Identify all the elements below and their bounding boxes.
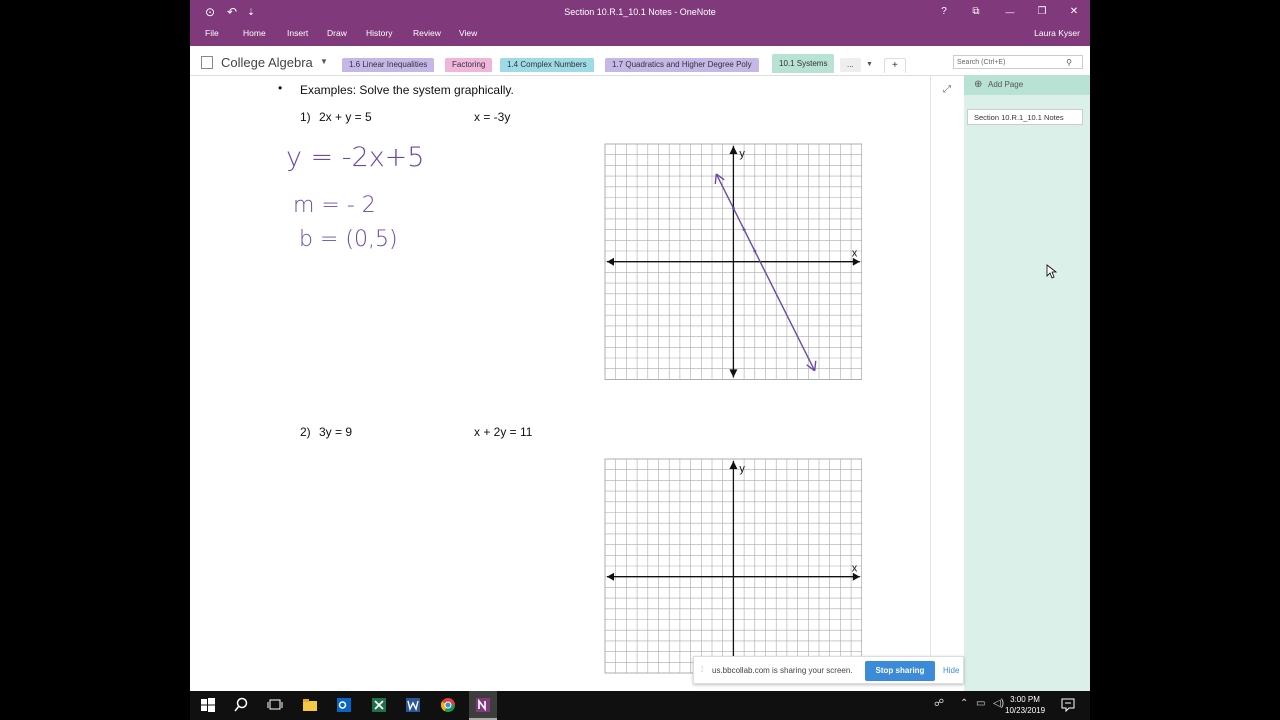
- onenote-icon[interactable]: [475, 697, 491, 713]
- coordinate-grid-1: xy: [604, 143, 862, 380]
- network-icon[interactable]: ▭: [976, 698, 985, 709]
- add-section-button[interactable]: +: [884, 58, 906, 73]
- add-page-button[interactable]: ⊕ Add Page: [964, 75, 1090, 95]
- chevron-up-icon[interactable]: ⌃: [960, 698, 968, 709]
- expand-icon[interactable]: ⤢: [943, 84, 951, 95]
- ribbon-display-button[interactable]: ⧉: [968, 3, 984, 21]
- problem-1-equation-2: x = -3y: [474, 110, 511, 124]
- people-icon[interactable]: ☍: [934, 698, 944, 709]
- problem-2-equation-1: 3y = 9: [319, 425, 353, 439]
- taskbar: ☍ ⌃ ▭ ◁) 3:00 PM 10/23/2019: [190, 691, 1090, 720]
- tab-review[interactable]: Review: [413, 24, 441, 42]
- tab-home[interactable]: Home: [243, 24, 266, 42]
- title-bar: ⊙ ↶ ⇣ Section 10.R.1_10.1 Notes - OneNot…: [190, 0, 1090, 24]
- minimize-button[interactable]: —: [1002, 3, 1018, 21]
- word-icon[interactable]: [405, 697, 421, 713]
- help-button[interactable]: ?: [936, 3, 952, 21]
- notebook-title[interactable]: College Algebra: [221, 55, 313, 70]
- examples-heading: Examples: Solve the system graphically.: [300, 83, 514, 97]
- y-axis-label: y: [739, 463, 745, 475]
- notification-icon[interactable]: [1060, 697, 1076, 713]
- tab-file[interactable]: File: [205, 24, 219, 42]
- task-view-icon[interactable]: [267, 697, 283, 713]
- tab-insert[interactable]: Insert: [287, 24, 308, 42]
- problem-1-equation-1: 2x + y = 5: [319, 110, 372, 124]
- search-icon[interactable]: [233, 697, 249, 713]
- page-canvas[interactable]: • Examples: Solve the system graphically…: [190, 76, 930, 691]
- x-axis-label: x: [852, 563, 858, 575]
- search-icon[interactable]: ⚲: [1066, 56, 1072, 70]
- notebook-bar: College Algebra ▼ 1.6 Linear Inequalitie…: [190, 46, 1090, 76]
- outlook-icon[interactable]: [336, 697, 352, 713]
- window-title: Section 10.R.1_10.1 Notes - OneNote: [564, 7, 716, 17]
- section-tab[interactable]: 1.4 Complex Numbers: [500, 58, 594, 72]
- stop-sharing-button[interactable]: Stop sharing: [865, 661, 935, 681]
- plotted-point: [742, 228, 746, 231]
- restore-button[interactable]: ❐: [1034, 3, 1050, 21]
- chrome-icon[interactable]: [440, 697, 456, 713]
- tab-history[interactable]: History: [366, 24, 392, 42]
- handwritten-intercept: b = (0,5): [299, 227, 398, 252]
- more-sections-button[interactable]: ...: [840, 58, 861, 72]
- clock[interactable]: 3:00 PM 10/23/2019: [1005, 694, 1045, 716]
- mouse-cursor-icon: [1046, 264, 1058, 279]
- hide-button[interactable]: Hide: [943, 657, 959, 685]
- tab-draw[interactable]: Draw: [327, 24, 347, 42]
- handwritten-notes: y = -2x+5 m = - 2 b = (0,5): [286, 142, 424, 252]
- screen-share-banner: ⁞ us.bbcollab.com is sharing your screen…: [693, 656, 964, 684]
- problem-2-equation-2: x + 2y = 11: [474, 425, 533, 439]
- file-explorer-icon[interactable]: [302, 697, 318, 713]
- y-axis-label: y: [739, 148, 745, 160]
- problem-2-number: 2): [300, 425, 311, 439]
- handwritten-equation: y = -2x+5: [286, 142, 424, 173]
- tab-view[interactable]: View: [459, 24, 477, 42]
- page-list-item[interactable]: Section 10.R.1_10.1 Notes: [967, 109, 1083, 125]
- section-tab-active[interactable]: 10.1 Systems: [772, 54, 835, 73]
- page-divider: [930, 76, 931, 681]
- windows-start-icon[interactable]: [200, 697, 216, 713]
- problem-1-number: 1): [300, 110, 311, 124]
- add-page-label: Add Page: [988, 80, 1024, 89]
- chevron-down-icon[interactable]: ▼: [320, 57, 328, 66]
- drag-handle-icon[interactable]: ⁞: [701, 665, 703, 674]
- sections-dropdown-icon[interactable]: ▼: [859, 58, 880, 72]
- search-placeholder: Search (Ctrl+E): [957, 59, 1006, 66]
- ribbon-tabs: File Home Insert Draw History Review Vie…: [190, 24, 1090, 46]
- x-axis-label: x: [852, 248, 858, 260]
- bullet: •: [278, 81, 283, 95]
- close-button[interactable]: ✕: [1066, 3, 1082, 21]
- notebook-icon: [201, 56, 213, 69]
- search-input[interactable]: Search (Ctrl+E) ⚲: [953, 55, 1083, 69]
- excel-icon[interactable]: [371, 697, 387, 713]
- plotted-point: [753, 249, 757, 253]
- section-tab[interactable]: 1.6 Linear Inequalities: [342, 58, 435, 72]
- pages-pane: ⊕ Add Page Section 10.R.1_10.1 Notes: [964, 75, 1090, 691]
- clock-date: 10/23/2019: [1005, 706, 1046, 715]
- volume-icon[interactable]: ◁): [993, 698, 1004, 709]
- user-name[interactable]: Laura Kyser: [1034, 24, 1080, 42]
- section-tab[interactable]: 1.7 Quadratics and Higher Degree Poly: [605, 58, 759, 72]
- coordinate-grid-2: xy: [604, 458, 862, 674]
- clock-time: 3:00 PM: [1010, 695, 1040, 704]
- section-tab[interactable]: Factoring: [445, 58, 493, 72]
- share-message: us.bbcollab.com is sharing your screen.: [712, 666, 853, 675]
- plotted-point: [732, 206, 735, 210]
- add-circle-icon: ⊕: [974, 79, 983, 90]
- handwritten-slope: m = - 2: [293, 193, 376, 218]
- onenote-window: ⊙ ↶ ⇣ Section 10.R.1_10.1 Notes - OneNot…: [190, 0, 1090, 691]
